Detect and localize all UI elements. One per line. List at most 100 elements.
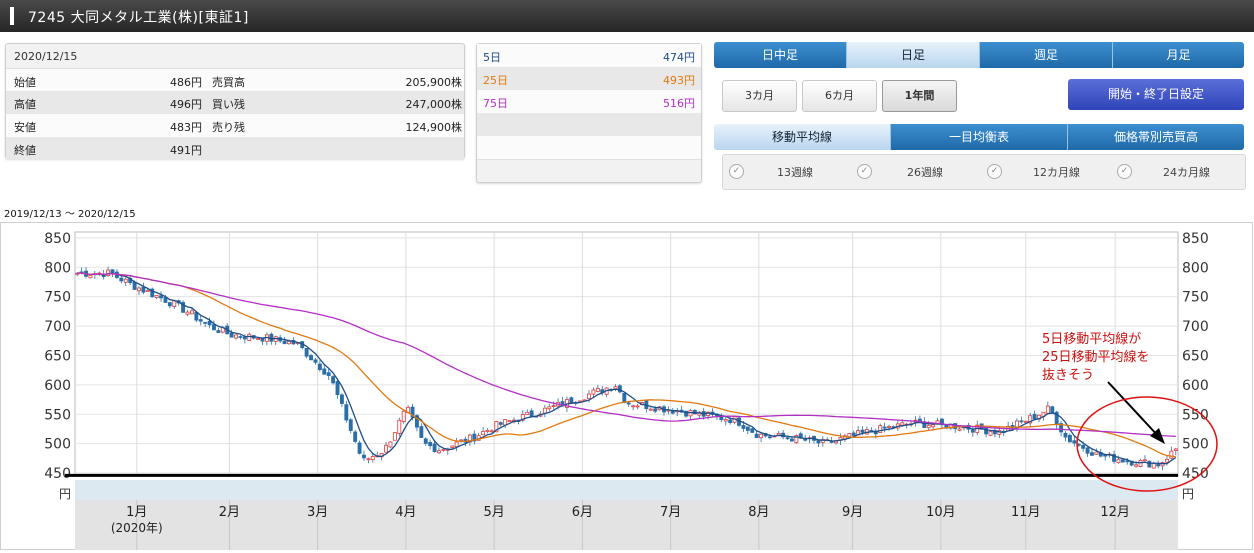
candle-body	[247, 333, 252, 341]
candle-body	[137, 287, 141, 292]
candle-body	[785, 437, 790, 440]
candle-body	[631, 405, 636, 408]
quote-date: 2020/12/15	[14, 50, 78, 63]
y-tick-label-right: 500	[1182, 437, 1209, 453]
candle-body	[216, 330, 221, 333]
candle-body	[441, 449, 446, 451]
period-1y-button[interactable]: 1年間	[882, 80, 957, 112]
period-3m-button[interactable]: 3カ月	[722, 80, 797, 112]
candle-body	[348, 419, 353, 431]
y-tick-label-right: 800	[1182, 260, 1209, 276]
quote-row: 安値 483円 売り残 124,900株	[6, 114, 464, 137]
candle-body	[326, 372, 331, 377]
candle-body	[1151, 462, 1156, 469]
candle-body	[432, 443, 437, 453]
candle-body	[397, 419, 402, 434]
period-6m-button[interactable]: 6カ月	[802, 80, 877, 112]
quote-row: 始値 486円 売買高 205,900株	[6, 68, 464, 92]
tab-daily[interactable]: 日足	[847, 42, 980, 68]
candle-body	[335, 381, 340, 395]
candle-body	[123, 278, 128, 283]
candle-body	[591, 389, 596, 395]
checkbox-12m[interactable]: ✓	[987, 164, 1002, 179]
candle-body	[145, 290, 150, 292]
y-tick-label-left: 650	[44, 348, 71, 364]
candle-body	[790, 438, 794, 442]
candle-body	[344, 404, 349, 421]
x-tick-label: 5月	[483, 505, 504, 520]
tab-monthly[interactable]: 月足	[1113, 42, 1244, 68]
candle-body	[529, 410, 534, 417]
checkbox-13w[interactable]: ✓	[729, 164, 744, 179]
candle-body	[1125, 460, 1130, 463]
x-tick-label: 12月	[1100, 505, 1130, 520]
quote-row: 終値 491円	[6, 137, 464, 160]
tab-moving-average[interactable]: 移動平均線	[714, 124, 891, 150]
candle-body	[106, 269, 111, 277]
option-12m-label[interactable]: 12カ月線	[1033, 164, 1080, 180]
candle-body	[547, 406, 552, 410]
tab-ichimoku[interactable]: 一目均衡表	[891, 124, 1068, 150]
candle-body	[185, 311, 190, 315]
candle-body	[141, 286, 146, 293]
x-tick-label: 8月	[748, 505, 769, 520]
price-chart: 450 450500 500550 550600 600650 650700 700750 7…	[0, 222, 1253, 550]
ma-row-empty	[477, 136, 701, 160]
candle-body	[287, 341, 291, 345]
chart-area: 450 450 500 500 550 550 600 600 650 650 700 700 750 7…	[0, 222, 1254, 550]
y-tick-label-right: 600	[1182, 378, 1209, 394]
quote-value: 247,000株	[405, 98, 463, 111]
candle-body	[847, 433, 852, 438]
checkbox-26w[interactable]: ✓	[857, 164, 872, 179]
candle-body	[428, 442, 433, 447]
candle-body	[132, 281, 137, 290]
candle-body	[1169, 450, 1174, 459]
candle-body	[198, 319, 203, 322]
ma-label: 75日	[483, 97, 508, 110]
option-24m-label[interactable]: 24カ月線	[1163, 164, 1210, 180]
candle-body	[212, 324, 216, 331]
candle-body	[189, 310, 194, 315]
ma-row-5: 5日 474円	[477, 44, 701, 68]
tab-volume-by-price[interactable]: 価格帯別売買高	[1068, 124, 1244, 150]
quote-value: 496円	[170, 98, 202, 111]
x-tick-label: 2月	[219, 505, 240, 520]
y-unit-right: 円	[1182, 487, 1194, 501]
candle-body	[1147, 460, 1152, 468]
candle-body	[723, 419, 728, 422]
candle-body	[635, 405, 640, 408]
x-tick-sublabel: (2020年)	[111, 521, 163, 535]
candle-body	[728, 419, 733, 424]
ma-value: 474円	[663, 51, 695, 64]
date-range-setting-button[interactable]: 開始・終了日設定	[1068, 79, 1244, 110]
option-13w-label[interactable]: 13週線	[777, 164, 813, 180]
candle-body	[154, 294, 159, 298]
candle-body	[931, 424, 936, 428]
option-26w-label[interactable]: 26週線	[907, 164, 943, 180]
candle-body	[229, 332, 234, 338]
candle-body	[489, 430, 494, 433]
ma-row-25: 25日 493円	[477, 67, 701, 91]
tab-weekly[interactable]: 週足	[980, 42, 1113, 68]
annotation-text: 5日移動平均線が	[1042, 331, 1141, 347]
week-line-options: ✓ 13週線 ✓ 26週線 ✓ 12カ月線 ✓ 24カ月線	[722, 154, 1246, 190]
tab-intraday[interactable]: 日中足	[714, 42, 847, 68]
y-tick-label-right: 650	[1182, 348, 1209, 364]
candle-body	[622, 392, 627, 403]
candle-body	[353, 431, 358, 442]
candle-body	[670, 411, 675, 414]
candle-body	[648, 408, 653, 411]
title-bar: 7245 大同メタル工業(株)[東証1]	[0, 0, 1254, 32]
candle-body	[626, 402, 631, 405]
candle-body	[437, 450, 441, 454]
x-tick-label: 3月	[307, 505, 328, 520]
candle-body	[366, 458, 371, 461]
candle-body	[401, 410, 406, 422]
ma-label: 5日	[483, 51, 501, 64]
checkbox-24m[interactable]: ✓	[1117, 164, 1132, 179]
candle-body	[419, 426, 424, 438]
candle-body	[525, 411, 530, 415]
quote-value: 483円	[170, 121, 202, 134]
candle-body	[970, 429, 975, 433]
y-tick-label-left: 550	[44, 407, 71, 423]
